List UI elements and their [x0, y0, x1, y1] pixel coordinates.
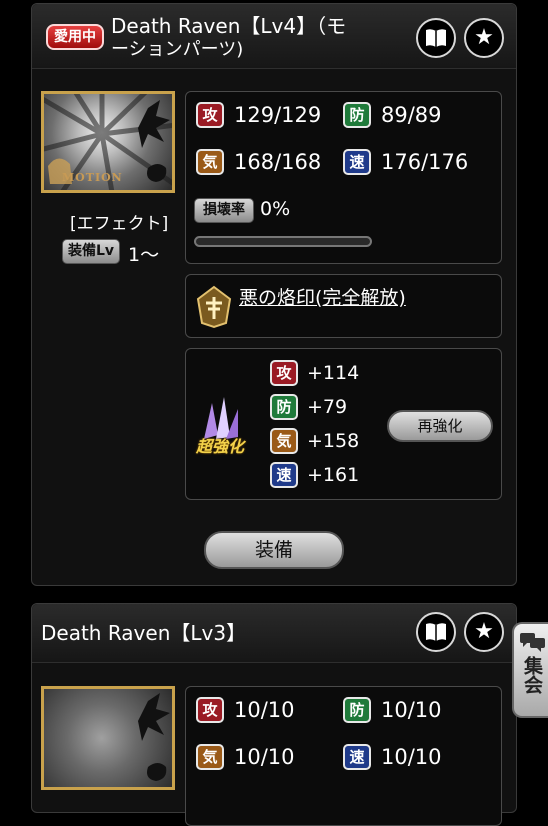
atk-value: 10/10: [234, 698, 295, 722]
skill-name-link[interactable]: 悪の烙印(完全解放): [239, 283, 406, 310]
favorite-button[interactable]: ★: [464, 612, 504, 652]
spd-badge: 速: [343, 744, 371, 770]
def-value: 10/10: [381, 698, 442, 722]
bonus-atk-badge: 攻: [270, 360, 298, 386]
super-enhance-label: 超強化: [196, 437, 245, 456]
reenhance-button[interactable]: 再強化: [387, 410, 493, 442]
spi-badge: 気: [196, 744, 224, 770]
damage-value: 0%: [260, 198, 291, 220]
stats-panel: 攻 129/129 防 89/89 気 168/168 速 176/176 損壊…: [185, 91, 502, 264]
chat-bubbles-icon: [520, 633, 545, 652]
book-button[interactable]: [416, 612, 456, 652]
def-value: 89/89: [381, 103, 442, 127]
enhance-panel: 超強化 攻 +114 防 +79 気 +158 速 +161 再強化: [185, 348, 502, 500]
book-icon: [426, 623, 446, 641]
star-icon: ★: [474, 25, 494, 50]
equip-lv-value: 1～: [128, 244, 160, 266]
raven-graphic: [138, 693, 170, 781]
bonus-atk-value: +114: [307, 362, 360, 384]
bonus-spi-badge: 気: [270, 428, 298, 454]
bonus-def-value: +79: [307, 396, 348, 418]
item-thumbnail[interactable]: MOTION: [41, 91, 175, 193]
bonus-spi-value: +158: [307, 430, 360, 452]
effect-label: [エフェクト]: [70, 214, 169, 234]
favorite-button[interactable]: ★: [464, 18, 504, 58]
book-icon: [426, 29, 446, 47]
bonus-spd-badge: 速: [270, 462, 298, 488]
equip-button[interactable]: 装備: [204, 531, 344, 569]
def-badge: 防: [343, 102, 371, 128]
star-icon: ★: [474, 619, 494, 644]
damage-bar: [194, 236, 372, 247]
def-badge: 防: [343, 697, 371, 723]
item-card-2: Death Raven【Lv3】 ★ 攻 10/10 防 10/10 気 10/…: [31, 603, 517, 826]
spi-value: 168/168: [234, 150, 322, 174]
spi-value: 10/10: [234, 745, 295, 769]
atk-value: 129/129: [234, 103, 322, 127]
item-thumbnail[interactable]: [41, 686, 175, 790]
spd-badge: 速: [343, 149, 371, 175]
bonus-def-badge: 防: [270, 394, 298, 420]
in-use-badge: 愛用中: [46, 24, 104, 50]
side-tab-label: 集会: [521, 656, 543, 694]
atk-badge: 攻: [196, 102, 224, 128]
item-title-line1: Death Raven【Lv4】（モ: [111, 14, 347, 38]
spd-value: 176/176: [381, 150, 469, 174]
stats-panel: 攻 10/10 防 10/10 気 10/10 速 10/10: [185, 686, 502, 826]
spi-badge: 気: [196, 149, 224, 175]
atk-badge: 攻: [196, 697, 224, 723]
item-card-header: Death Raven【Lv3】 ★: [32, 604, 516, 663]
item-card-header: 愛用中 Death Raven【Lv4】（モ ーションパーツ) ★: [32, 4, 516, 69]
item-title: Death Raven【Lv3】: [41, 621, 247, 645]
thumb-label: MOTION: [62, 171, 123, 184]
skill-panel: 悪の烙印(完全解放): [185, 274, 502, 338]
equip-lv-label: 装備Lv: [62, 239, 120, 264]
item-card-1: 愛用中 Death Raven【Lv4】（モ ーションパーツ) ★ MOTION…: [31, 3, 517, 586]
item-title-line2: ーションパーツ): [111, 39, 244, 60]
damage-label: 損壊率: [194, 198, 254, 223]
skill-emblem-icon: [196, 285, 232, 329]
book-button[interactable]: [416, 18, 456, 58]
gathering-side-tab[interactable]: 集会: [512, 622, 548, 718]
bonus-spd-value: +161: [307, 464, 360, 486]
spd-value: 10/10: [381, 745, 442, 769]
